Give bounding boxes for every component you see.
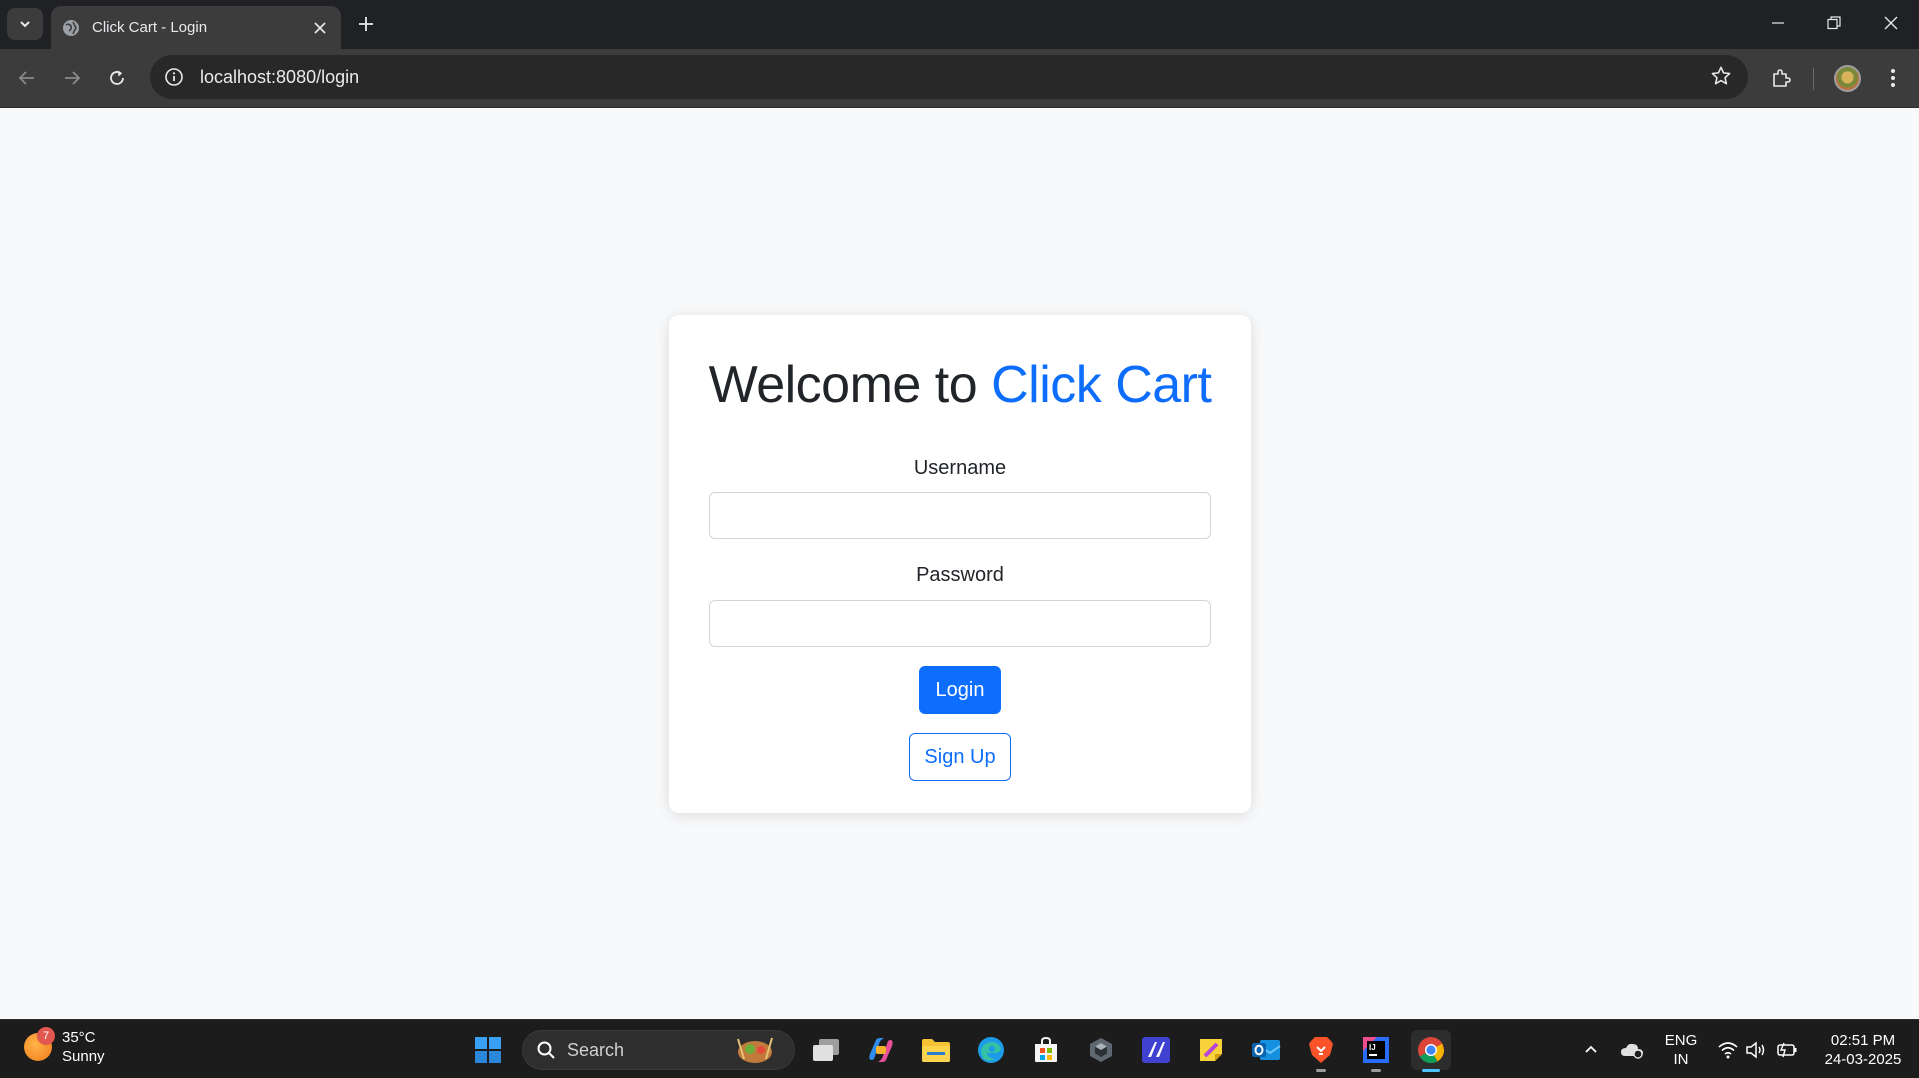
login-card: Welcome to Click Cart Username Password …: [669, 315, 1251, 813]
page-title: Welcome to Click Cart: [669, 355, 1251, 415]
chevron-down-icon: [20, 21, 30, 28]
visual-studio-button[interactable]: [1136, 1030, 1176, 1070]
sticky-notes-button[interactable]: [1191, 1030, 1231, 1070]
search-highlight-icon: [737, 1037, 773, 1063]
close-icon: [1884, 16, 1898, 30]
volume-icon[interactable]: [1744, 1038, 1768, 1062]
login-button[interactable]: Login: [919, 666, 1001, 714]
back-button[interactable]: [10, 61, 44, 95]
signup-button[interactable]: Sign Up: [909, 733, 1011, 781]
running-indicator: [1422, 1069, 1440, 1072]
plus-icon: [359, 17, 373, 31]
brave-button[interactable]: [1301, 1030, 1341, 1072]
task-view-button[interactable]: [806, 1030, 846, 1070]
wifi-icon[interactable]: [1716, 1038, 1740, 1062]
minimize-icon: [1772, 22, 1784, 24]
running-indicator: [1316, 1069, 1326, 1072]
chevron-up-icon: [1585, 1045, 1597, 1053]
outlook-button[interactable]: [1246, 1030, 1286, 1070]
battery-icon[interactable]: [1775, 1038, 1799, 1062]
sticky-notes-icon: [1200, 1039, 1222, 1061]
profile-avatar[interactable]: [1834, 65, 1861, 92]
weather-widget[interactable]: 7 35°C Sunny: [24, 1027, 105, 1066]
page-viewport: Welcome to Click Cart Username Password …: [0, 108, 1919, 1019]
address-bar[interactable]: localhost:8080/login: [150, 55, 1748, 99]
chrome-icon: [1418, 1037, 1445, 1064]
brand-name: Click Cart: [991, 356, 1212, 414]
app-dark-icon: [1090, 1038, 1112, 1062]
folder-icon: [922, 1039, 950, 1062]
new-tab-button[interactable]: [352, 10, 380, 38]
browser-toolbar: localhost:8080/login: [0, 49, 1919, 108]
globe-icon: [62, 19, 80, 37]
bookmark-star-icon[interactable]: [1710, 65, 1734, 89]
password-input[interactable]: [709, 600, 1211, 647]
search-icon: [537, 1041, 555, 1059]
reload-icon: [110, 70, 124, 85]
extensions-button[interactable]: [1764, 61, 1798, 95]
reload-button[interactable]: [100, 61, 134, 95]
browser-tab-active[interactable]: Click Cart - Login: [51, 6, 341, 49]
weather-badge: 7: [37, 1027, 55, 1045]
copilot-button[interactable]: [861, 1030, 901, 1070]
clock[interactable]: 02:51 PM 24-03-2025: [1810, 1031, 1916, 1069]
restore-icon: [1827, 16, 1841, 30]
brave-icon: [1309, 1037, 1333, 1063]
weather-temp: 35°C: [62, 1029, 96, 1046]
file-explorer-button[interactable]: [916, 1030, 956, 1070]
arrow-left-icon: [18, 71, 34, 85]
intellij-button[interactable]: IJ: [1356, 1030, 1396, 1072]
windows-taskbar: 7 35°C Sunny Search IJ ENG IN 02:51 PM 2…: [0, 1019, 1919, 1078]
windows-logo-icon: [475, 1037, 501, 1063]
browser-menu-button[interactable]: [1876, 61, 1910, 95]
more-vertical-icon: [1891, 69, 1895, 87]
svg-text:IJ: IJ: [1369, 1043, 1376, 1052]
page-title-prefix: Welcome to: [708, 356, 992, 414]
weather-desc: Sunny: [62, 1048, 105, 1065]
close-window-button[interactable]: [1863, 0, 1919, 46]
language-primary: ENG: [1664, 1032, 1698, 1049]
intellij-icon: IJ: [1363, 1037, 1389, 1063]
task-view-icon: [813, 1039, 839, 1061]
close-tab-icon[interactable]: [309, 17, 331, 39]
visual-studio-icon: [1142, 1037, 1170, 1063]
url-text[interactable]: localhost:8080/login: [200, 67, 1710, 88]
toolbar-divider: [1813, 68, 1814, 90]
show-hidden-icons-button[interactable]: [1579, 1038, 1603, 1062]
username-input[interactable]: [709, 492, 1211, 539]
start-button[interactable]: [468, 1030, 508, 1070]
app-dark-button[interactable]: [1081, 1030, 1121, 1070]
edge-icon: [978, 1037, 1004, 1063]
password-label: Password: [916, 564, 1004, 586]
onedrive-tray-icon[interactable]: [1620, 1038, 1644, 1062]
tab-title: Click Cart - Login: [92, 19, 208, 36]
store-button[interactable]: [1026, 1030, 1066, 1070]
clock-date: 24-03-2025: [1824, 1051, 1902, 1068]
edge-button[interactable]: [971, 1030, 1011, 1070]
chrome-button[interactable]: [1411, 1030, 1451, 1072]
forward-button[interactable]: [55, 61, 89, 95]
restore-window-button[interactable]: [1806, 0, 1862, 46]
puzzle-icon: [1773, 69, 1791, 87]
minimize-window-button[interactable]: [1750, 0, 1806, 46]
sun-icon: 7: [24, 1027, 55, 1061]
store-icon: [1035, 1036, 1057, 1062]
running-indicator: [1371, 1069, 1381, 1072]
language-indicator[interactable]: ENG IN: [1658, 1031, 1704, 1069]
language-secondary: IN: [1673, 1051, 1689, 1068]
search-label: Search: [567, 1039, 625, 1060]
browser-tab-bar: Click Cart - Login: [0, 0, 1919, 49]
taskbar-search[interactable]: Search: [522, 1030, 795, 1070]
site-info-icon[interactable]: [164, 67, 184, 87]
clock-time: 02:51 PM: [1830, 1032, 1896, 1049]
outlook-icon: [1252, 1040, 1281, 1060]
copilot-icon: [869, 1038, 893, 1062]
tab-search-button[interactable]: [7, 8, 43, 40]
username-label: Username: [913, 457, 1007, 479]
arrow-right-icon: [65, 71, 81, 85]
